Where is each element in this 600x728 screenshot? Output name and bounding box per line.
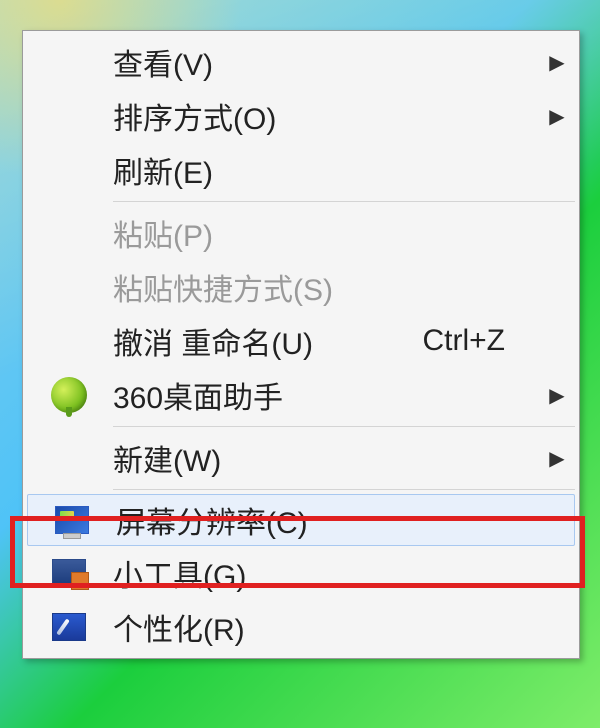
menu-separator [113,201,575,202]
menu-label: 排序方式(O) [113,94,545,138]
menu-label: 360桌面助手 [113,373,545,417]
menu-label: 小工具(G) [113,551,545,595]
menu-item-360-assistant[interactable]: 360桌面助手 ▶ [25,368,577,422]
menu-separator [113,489,575,490]
menu-label: 新建(W) [113,436,545,480]
menu-item-view[interactable]: 查看(V) ▶ [25,35,577,89]
menu-item-sort[interactable]: 排序方式(O) ▶ [25,89,577,143]
submenu-arrow-icon: ▶ [545,446,569,471]
menu-item-personalize[interactable]: 个性化(R) [25,600,577,654]
menu-label: 屏幕分辨率(C) [116,498,542,542]
submenu-arrow-icon: ▶ [545,104,569,129]
menu-label: 刷新(E) [113,148,545,192]
menu-separator [113,426,575,427]
menu-label: 粘贴快捷方式(S) [113,265,545,309]
menu-item-paste-shortcut: 粘贴快捷方式(S) [25,260,577,314]
submenu-arrow-icon: ▶ [545,383,569,408]
menu-label: 粘贴(P) [113,211,545,255]
desktop-context-menu: 查看(V) ▶ 排序方式(O) ▶ 刷新(E) 粘贴(P) 粘贴快捷方式(S) … [22,30,580,659]
personalize-icon [25,613,113,641]
menu-item-paste: 粘贴(P) [25,206,577,260]
menu-item-refresh[interactable]: 刷新(E) [25,143,577,197]
menu-label: 查看(V) [113,40,545,84]
gadget-icon [25,559,113,587]
menu-item-screen-resolution[interactable]: 屏幕分辨率(C) [27,494,575,546]
menu-item-new[interactable]: 新建(W) ▶ [25,431,577,485]
menu-label: 撤消 重命名(U) [113,319,423,363]
monitor-icon [28,506,116,534]
menu-label: 个性化(R) [113,605,545,649]
submenu-arrow-icon: ▶ [545,50,569,75]
menu-item-undo-rename[interactable]: 撤消 重命名(U) Ctrl+Z [25,314,577,368]
menu-item-gadgets[interactable]: 小工具(G) [25,546,577,600]
360-icon [25,377,113,413]
menu-shortcut: Ctrl+Z [423,324,506,358]
